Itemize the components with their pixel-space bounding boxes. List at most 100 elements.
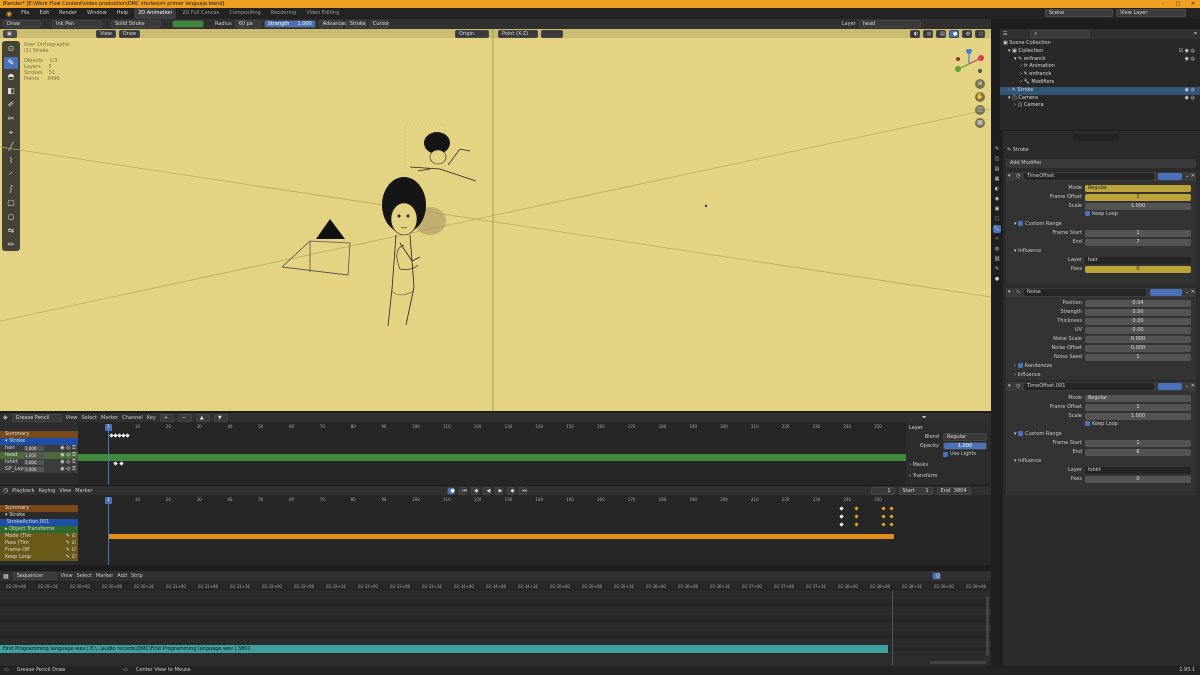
frame-offset-field[interactable]: 1 bbox=[1085, 404, 1191, 411]
ortho-toggle-icon[interactable]: ▦ bbox=[975, 118, 985, 128]
timeline-current-frame[interactable]: 1 bbox=[105, 497, 112, 504]
dopesheet-mode-selector[interactable]: Grease Pencil bbox=[11, 413, 62, 422]
influence-subpanel[interactable]: ▾ Influence bbox=[1006, 457, 1196, 466]
modifier-header[interactable]: ▾ ∿ Noise ⌄ ✕ bbox=[1006, 288, 1196, 297]
scene-tab-icon[interactable]: ◐ bbox=[993, 185, 1001, 193]
sequencer-mode-selector[interactable]: Sequencer bbox=[12, 572, 57, 580]
properties-search[interactable] bbox=[1073, 134, 1119, 141]
layer-filter-field[interactable]: tshirt bbox=[1085, 467, 1191, 474]
layer-opacity-field[interactable]: 1.000 bbox=[943, 441, 987, 450]
mode-selector[interactable]: Draw bbox=[3, 20, 41, 28]
flying-character-drawing[interactable] bbox=[404, 124, 477, 182]
tl-channel-action[interactable]: StrokeAction.001 bbox=[0, 519, 78, 526]
menu-render[interactable]: Render bbox=[55, 8, 81, 19]
modifier-visibility-toggles[interactable] bbox=[1150, 289, 1182, 296]
zoom-icon[interactable]: ⊕ bbox=[975, 79, 985, 89]
layer-filter-field[interactable]: hair bbox=[1085, 257, 1191, 264]
sequencer-overlay-icon[interactable]: ◫ bbox=[931, 572, 941, 580]
outliner-item-camera-data[interactable]: › ◳ Camera bbox=[1000, 102, 1200, 110]
navigation-gizmo[interactable] bbox=[954, 49, 984, 79]
stroke-menu[interactable]: Stroke bbox=[345, 20, 366, 28]
layer-visibility-icons[interactable]: ◉ ◎ ⚿ bbox=[60, 445, 76, 452]
modifier-header[interactable]: ▾ ◷ TimeOffset.001 ⌄ ✕ bbox=[1006, 382, 1196, 391]
tl-channel-group[interactable]: ▸ Object Transforms bbox=[0, 526, 78, 533]
masks-subpanel[interactable]: › Masks bbox=[909, 462, 988, 470]
channel-object-stroke[interactable]: ▾ Stroke bbox=[0, 438, 78, 445]
character-drawing[interactable] bbox=[382, 177, 446, 327]
timeline-menu-keying[interactable]: Keying bbox=[39, 488, 56, 494]
minimize-icon[interactable]: – bbox=[1156, 0, 1170, 8]
workspace-tab-video-editing[interactable]: Video Editing bbox=[302, 8, 343, 19]
close-icon[interactable]: ✕ bbox=[1186, 0, 1200, 8]
sequencer[interactable]: 02:29+08 02:29+16 02:30+00 02:30+08 02:30+16… bbox=[0, 581, 991, 666]
active-layer-selector[interactable]: head bbox=[858, 20, 921, 28]
collapse-icon[interactable]: ▾ bbox=[1008, 383, 1011, 389]
frame-start-field[interactable]: 1 bbox=[1085, 440, 1191, 447]
dopesheet-menu-select[interactable]: Select bbox=[82, 415, 97, 421]
material-tab-icon[interactable]: ● bbox=[993, 275, 1001, 283]
render-tab-icon[interactable]: ◫ bbox=[993, 155, 1001, 163]
noise-strength-field[interactable]: 0.00 bbox=[1085, 309, 1191, 316]
dopesheet-editor-icon[interactable]: ◈ bbox=[3, 414, 8, 421]
3d-viewport[interactable]: ▣ View Draw Origin Point (X-Z) ◐ ◎ ▤ ● ◍… bbox=[0, 29, 991, 411]
modifier-visibility-toggles[interactable] bbox=[1158, 173, 1182, 180]
start-frame-field[interactable]: Start 1 bbox=[898, 486, 933, 495]
add-layer-icon[interactable]: + bbox=[159, 413, 174, 422]
channel-summary[interactable]: Summary bbox=[0, 431, 78, 438]
play-reverse-icon[interactable]: ◀ bbox=[482, 486, 491, 495]
properties-editor[interactable]: ✎ Stroke Add Modifier ▾ ◷ TimeOffset ⌄ ✕… bbox=[1003, 131, 1200, 666]
modifier-name-field[interactable]: Noise bbox=[1024, 289, 1146, 296]
end-frame-field[interactable]: End 3804 bbox=[936, 486, 971, 495]
outliner-item-enfranck-data[interactable]: › ✎ enfranck bbox=[1000, 71, 1200, 79]
noise-influence-subpanel[interactable]: › Influence bbox=[1006, 371, 1041, 380]
object-tab-icon[interactable]: ▢ bbox=[993, 215, 1001, 223]
tl-channel-mode[interactable]: Mode (Tim ✎ ☑ bbox=[0, 533, 78, 540]
timeline-menu-playback[interactable]: Playback bbox=[12, 488, 34, 494]
randomize-subpanel[interactable]: › Randomize bbox=[1006, 362, 1052, 371]
tl-channel-keep-loop[interactable]: Keep Loop ✎ ☑ bbox=[0, 554, 78, 561]
collapse-icon[interactable]: ▾ bbox=[1008, 173, 1011, 179]
frame-end-field[interactable]: 7 bbox=[1085, 239, 1191, 246]
seq-menu-select[interactable]: Select bbox=[77, 573, 92, 579]
strength-field[interactable]: Strength 1.000 bbox=[263, 20, 316, 28]
noise-scale-field[interactable]: 0.000 bbox=[1085, 336, 1191, 343]
mode-dropdown[interactable]: Regular bbox=[1085, 395, 1191, 402]
frame-start-field[interactable]: 1 bbox=[1085, 230, 1191, 237]
collapse-icon[interactable]: ▾ bbox=[1008, 289, 1011, 295]
menu-file[interactable]: File bbox=[17, 8, 33, 19]
modifier-name-field[interactable]: TimeOffset bbox=[1024, 173, 1154, 180]
current-frame-field[interactable]: 1 bbox=[870, 486, 895, 495]
outliner-item-modifiers[interactable]: › 🔧 Modifiers bbox=[1000, 79, 1200, 87]
outliner-editor-icon[interactable]: ☰ bbox=[1003, 31, 1007, 37]
camera-view-icon[interactable]: ◫ bbox=[975, 105, 985, 115]
keep-loop-checkbox[interactable]: Keep Loop bbox=[1006, 421, 1196, 430]
modifier-menu-icon[interactable]: ⌄ ✕ bbox=[1185, 289, 1195, 295]
modifier-header[interactable]: ▾ ◷ TimeOffset ⌄ ✕ bbox=[1006, 172, 1196, 181]
record-icon[interactable]: ● bbox=[446, 486, 455, 495]
outliner[interactable]: ☰ ⌕ ⏷ ▣ Scene Collection ▾ ▣ Collection ☑… bbox=[1000, 29, 1200, 130]
outliner-search[interactable]: ⌕ bbox=[1030, 30, 1091, 38]
outliner-item-animation[interactable]: › ⟳ Animation bbox=[1000, 63, 1200, 71]
modifiers-tab-icon[interactable]: 🔧 bbox=[993, 225, 1001, 233]
modifier-name-field[interactable]: TimeOffset.001 bbox=[1024, 383, 1154, 390]
pass-filter-field[interactable]: 0 bbox=[1085, 476, 1191, 483]
workspace-tab-2d-animation[interactable]: 2D Animation bbox=[134, 8, 177, 19]
next-key-icon[interactable]: ◆ bbox=[506, 486, 515, 495]
dopesheet-search[interactable] bbox=[0, 422, 78, 431]
physics-tab-icon[interactable]: ◍ bbox=[993, 245, 1001, 253]
noise-seed-field[interactable]: 1 bbox=[1085, 354, 1191, 361]
modifier-menu-icon[interactable]: ⌄ ✕ bbox=[1185, 173, 1195, 179]
dopesheet-menu-view[interactable]: View bbox=[66, 415, 78, 421]
dopesheet-current-frame[interactable]: 1 bbox=[105, 424, 112, 431]
cursor-menu[interactable]: Cursor bbox=[368, 20, 389, 28]
tl-channel-summary[interactable]: Summary bbox=[0, 505, 78, 512]
menu-window[interactable]: Window bbox=[83, 8, 111, 19]
outliner-filter-icon[interactable]: ⏷ bbox=[1193, 31, 1197, 37]
collection-tab-icon[interactable]: ▣ bbox=[993, 205, 1001, 213]
layer-row-hair[interactable]: hair 1.000 ◉ ◎ ⚿ bbox=[0, 445, 78, 452]
frame-end-field[interactable]: 6 bbox=[1085, 449, 1191, 456]
stroke-material-selector[interactable]: Solid Stroke bbox=[111, 20, 161, 28]
filter-icon[interactable]: ⏷ bbox=[922, 414, 927, 422]
keep-loop-checkbox[interactable]: Keep Loop bbox=[1006, 211, 1196, 220]
timeline-editor-icon[interactable]: ◷ bbox=[3, 487, 8, 494]
